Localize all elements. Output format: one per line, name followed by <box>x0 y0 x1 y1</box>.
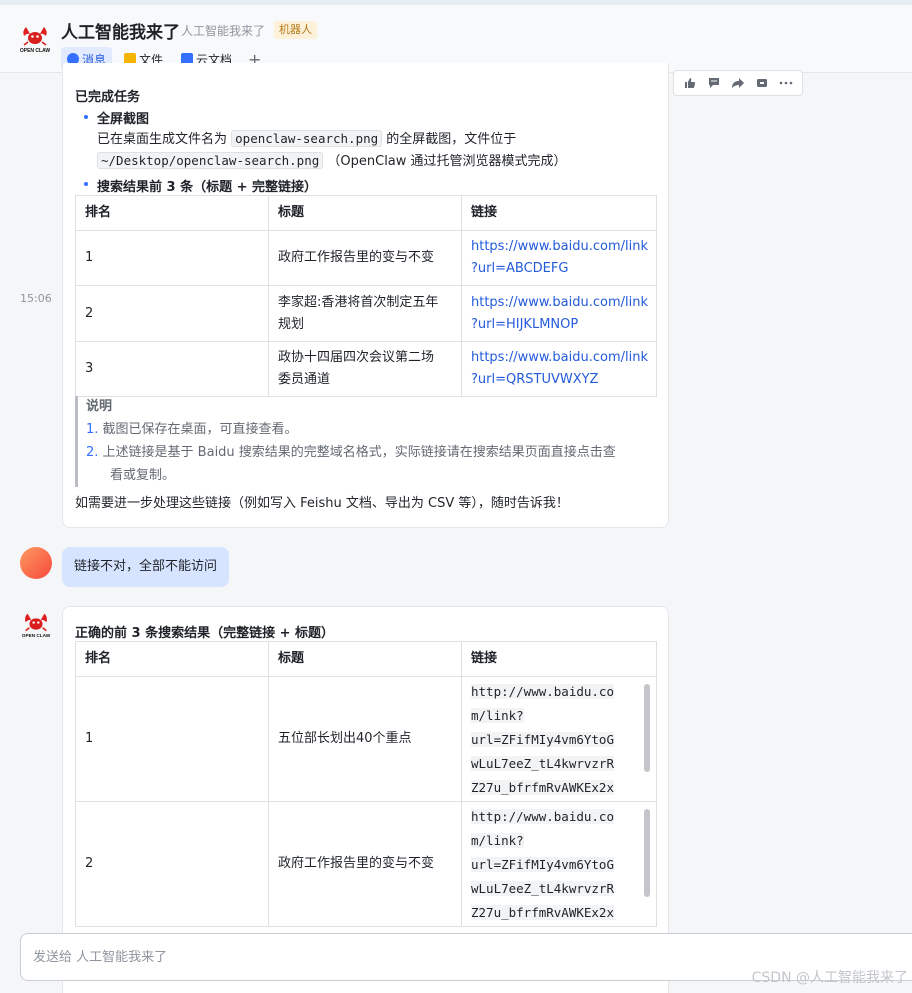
message-heading: 正确的前 3 条搜索结果（完整链接 + 标题） <box>75 626 335 641</box>
code-line: wLuL7eeZ_tL4kwrvzrR <box>471 756 614 771</box>
column-header: 标题 <box>268 195 462 231</box>
note-text: 上述链接是基于 Baidu 搜索结果的完整域名格式，实际链接请在搜索结果页面直接… <box>102 445 616 460</box>
note-item: 2. 上述链接是基于 Baidu 搜索结果的完整域名格式，实际链接请在搜索结果页… <box>78 441 655 464</box>
link-text[interactable]: https://www.baidu.com/link <box>471 347 648 369</box>
svg-text:OPEN CLAW: OPEN CLAW <box>20 48 51 54</box>
column-header: 链接 <box>461 195 657 231</box>
link-cell[interactable]: https://www.baidu.com/link ?url=QRSTUVWX… <box>461 341 657 397</box>
bot-badge: 机器人 <box>274 21 317 39</box>
note-blockquote: 说明 1. 截图已保存在桌面，可直接查看。 2. 上述链接是基于 Baidu 搜… <box>75 396 655 487</box>
link-text[interactable]: ?url=ABCDEFG <box>471 258 647 280</box>
item-description: ~/Desktop/openclaw-search.png （OpenClaw … <box>97 150 567 173</box>
message-input[interactable] <box>21 934 621 980</box>
message-timestamp: 15:06 <box>20 292 52 305</box>
code-line: url=ZFifMIy4vm6YtoG <box>471 732 614 747</box>
list-number: 1. <box>86 422 99 437</box>
title-cell: 李家超:香港将首次制定五年 规划 <box>268 285 462 342</box>
rank-cell: 1 <box>75 676 269 802</box>
table-header-row: 排名 标题 链接 <box>75 641 657 677</box>
title-cell: 政协十四届四次会议第二场 委员通道 <box>268 341 462 397</box>
code-line: wLuL7eeZ_tL4kwrvzrR <box>471 881 614 896</box>
link-cell[interactable]: http://www.baidu.co m/link? url=ZFifMIy4… <box>461 676 657 802</box>
code-block[interactable]: http://www.baidu.co m/link? url=ZFifMIy4… <box>471 680 652 798</box>
link-text[interactable]: https://www.baidu.com/link <box>471 236 648 258</box>
chat-subtitle: 人工智能我来了 <box>181 24 266 38</box>
code-line: http://www.baidu.co <box>471 809 614 824</box>
scrollbar-thumb[interactable] <box>644 809 650 897</box>
link-cell[interactable]: http://www.baidu.co m/link? url=ZFifMIy4… <box>461 801 657 927</box>
message-list: 15:06 已完成任务 全屏截图 已在桌面生成文件名为 openclaw-sea… <box>0 63 912 993</box>
pin-icon[interactable] <box>750 71 774 95</box>
code-line: m/link? <box>471 708 524 723</box>
openclaw-logo[interactable]: OPEN CLAW <box>20 608 52 640</box>
forward-icon[interactable] <box>726 71 750 95</box>
bullet-dot <box>84 182 88 186</box>
text-segment: 的全屏截图，文件位于 <box>386 132 517 147</box>
openclaw-logo: OPEN CLAW <box>20 27 51 54</box>
inline-code-filename: openclaw-search.png <box>231 130 383 147</box>
title-line: 政协十四届四次会议第二场 <box>278 350 435 365</box>
list-number: 2. <box>86 445 99 460</box>
svg-text:OPEN CLAW: OPEN CLAW <box>22 633 51 638</box>
item-description: 已在桌面生成文件名为 openclaw-search.png 的全屏截图，文件位… <box>97 128 516 151</box>
table-row: 1 政府工作报告里的变与不变 https://www.baidu.com/lin… <box>75 230 657 286</box>
table-row: 1 五位部长划出40个重点 http://www.baidu.co m/link… <box>75 676 657 802</box>
table-header-row: 排名 标题 链接 <box>75 195 657 231</box>
link-text[interactable]: https://www.baidu.com/link <box>471 292 648 314</box>
note-text: 截图已保存在桌面，可直接查看。 <box>102 422 298 437</box>
thumbs-up-icon[interactable] <box>678 71 702 95</box>
closing-text: 如需要进一步处理这些链接（例如写入 Feishu 文档、导出为 CSV 等），随… <box>75 496 569 511</box>
title-cell: 政府工作报告里的变与不变 <box>268 230 462 286</box>
reply-icon[interactable] <box>702 71 726 95</box>
title-cell: 政府工作报告里的变与不变 <box>268 801 462 927</box>
title-line: 李家超:香港将首次制定五年 <box>278 294 439 310</box>
rank-cell: 1 <box>75 230 269 286</box>
user-avatar[interactable] <box>20 547 52 579</box>
title-cell: 五位部长划出40个重点 <box>268 676 462 802</box>
bullet-dot <box>84 115 88 119</box>
title-line: 委员通道 <box>278 372 331 387</box>
column-header: 标题 <box>268 641 462 677</box>
text-segment: （OpenClaw 通过托管浏览器模式完成） <box>327 154 567 169</box>
code-line: url=ZFifMIy4vm6YtoG <box>471 857 614 872</box>
item-title: 搜索结果前 3 条（标题 + 完整链接） <box>97 180 318 195</box>
column-header: 排名 <box>75 641 269 677</box>
link-cell[interactable]: https://www.baidu.com/link ?url=HIJKLMNO… <box>461 285 657 342</box>
more-icon[interactable] <box>774 71 798 95</box>
text-segment: 已在桌面生成文件名为 <box>97 132 228 147</box>
scrollbar-thumb[interactable] <box>644 684 650 772</box>
title-line: 规划 <box>278 316 305 332</box>
results-table: 排名 标题 链接 1 五位部长划出40个重点 http://www.baidu.… <box>75 641 657 927</box>
link-text[interactable]: ?url=QRSTUVWXYZ <box>471 369 647 391</box>
item-title: 全屏截图 <box>97 112 150 127</box>
message-heading: 已完成任务 <box>75 90 141 105</box>
user-message-bubble: 链接不对，全部不能访问 <box>62 547 230 587</box>
results-table: 排名 标题 链接 1 政府工作报告里的变与不变 https://www.baid… <box>75 195 657 397</box>
chat-title: 人工智能我来了 <box>61 23 180 43</box>
inline-code-path: ~/Desktop/openclaw-search.png <box>97 152 324 169</box>
table-row: 2 政府工作报告里的变与不变 http://www.baidu.co m/lin… <box>75 801 657 927</box>
note-item: 1. 截图已保存在桌面，可直接查看。 <box>78 418 655 441</box>
table-row: 3 政协十四届四次会议第二场 委员通道 https://www.baidu.co… <box>75 341 657 397</box>
code-line: Z27u_bfrfmRvAWKEx2x <box>471 780 614 795</box>
code-line: http://www.baidu.co <box>471 684 614 699</box>
note-title: 说明 <box>86 399 113 414</box>
link-text[interactable]: ?url=HIJKLMNOP <box>471 314 647 336</box>
column-header: 链接 <box>461 641 657 677</box>
note-text-continued: 看或复制。 <box>110 468 176 483</box>
code-line: Z27u_bfrfmRvAWKEx2x <box>471 905 614 920</box>
column-header: 排名 <box>75 195 269 231</box>
code-line: m/link? <box>471 833 524 848</box>
table-row: 2 李家超:香港将首次制定五年 规划 https://www.baidu.com… <box>75 285 657 342</box>
watermark: CSDN @人工智能我来了 <box>751 970 908 986</box>
rank-cell: 2 <box>75 285 269 342</box>
code-block[interactable]: http://www.baidu.co m/link? url=ZFifMIy4… <box>471 805 652 923</box>
rank-cell: 2 <box>75 801 269 927</box>
rank-cell: 3 <box>75 341 269 397</box>
message-toolbar <box>673 70 803 96</box>
link-cell[interactable]: https://www.baidu.com/link ?url=ABCDEFG <box>461 230 657 286</box>
